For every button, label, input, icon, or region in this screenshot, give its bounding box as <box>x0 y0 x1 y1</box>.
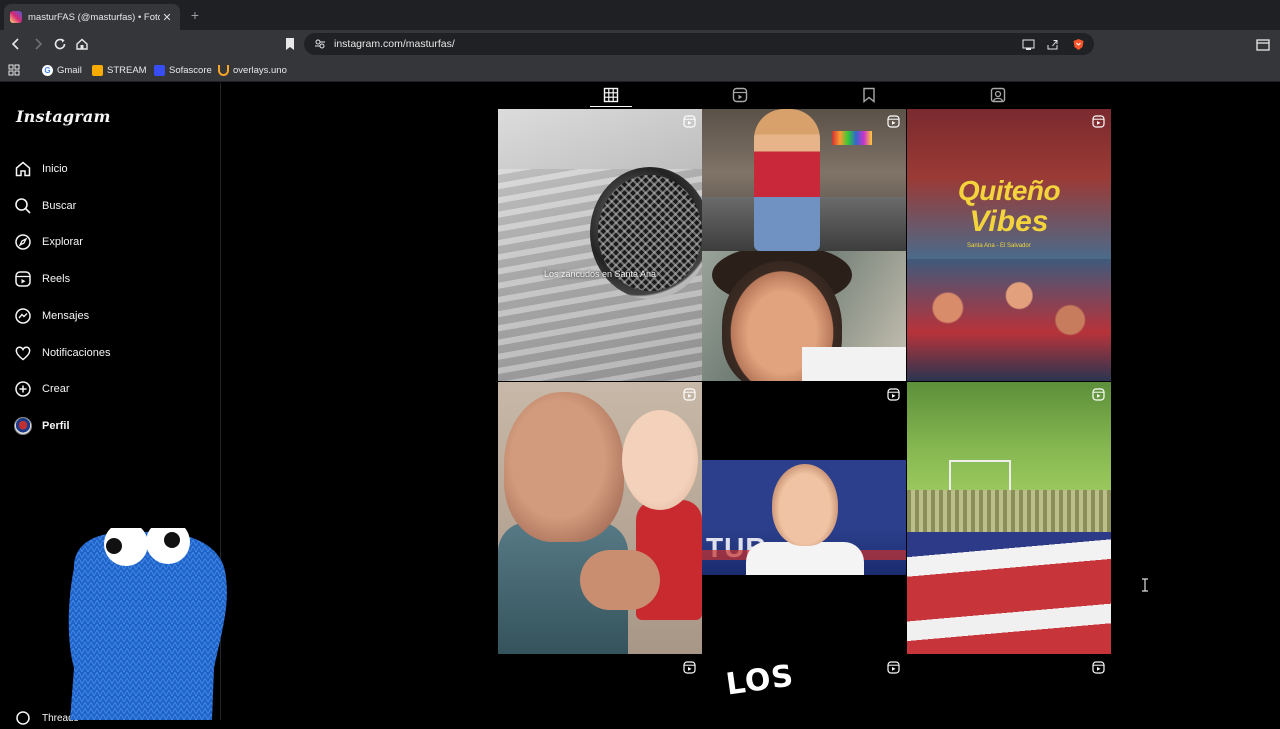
nav-label: Buscar <box>42 200 77 212</box>
brave-shields-icon[interactable] <box>1072 38 1085 51</box>
post-tile[interactable] <box>498 382 702 654</box>
text-cursor-icon <box>1142 578 1148 592</box>
plus-square-icon <box>15 381 31 397</box>
google-icon: G <box>42 64 53 76</box>
crowd-image <box>907 259 1111 381</box>
nav-label: Inicio <box>42 163 68 175</box>
apps-grid-icon[interactable] <box>8 64 20 76</box>
post-title-line2: Vibes <box>969 205 1049 238</box>
reel-badge-icon <box>683 388 696 401</box>
post-tile[interactable] <box>498 655 702 720</box>
active-tab-indicator <box>590 106 632 107</box>
tab-title: masturFAS (@masturfas) • Fotos <box>28 11 160 23</box>
post-tile[interactable]: Quiteño Vibes Santa Ana - El Salvador <box>907 109 1111 381</box>
post-tile[interactable] <box>907 382 1111 654</box>
nav-label: Perfil <box>42 420 70 432</box>
url-text: instagram.com/masturfas/ <box>334 38 455 50</box>
reel-badge-icon <box>1092 388 1105 401</box>
reel-badge-icon <box>887 661 900 674</box>
close-tab-icon[interactable]: ✕ <box>160 11 174 24</box>
bookmark-sofascore[interactable]: Sofascore <box>154 63 212 77</box>
reload-icon[interactable] <box>52 36 68 52</box>
post-tile[interactable]: Los zancudos en Santa Ana <box>498 109 702 381</box>
cast-icon[interactable] <box>1022 38 1035 51</box>
folder-icon <box>92 64 103 76</box>
nav-notificaciones[interactable]: Notificaciones <box>14 342 110 364</box>
sidebar-toggle-icon[interactable] <box>1255 37 1271 53</box>
tagged-icon[interactable] <box>989 86 1007 104</box>
browser-toolbar: instagram.com/masturfas/ <box>0 30 1280 58</box>
site-info-icon[interactable] <box>314 38 326 50</box>
bookmark-label: overlays.uno <box>233 64 287 76</box>
post-subtitle: Santa Ana - El Salvador <box>967 243 1031 249</box>
post-tile[interactable] <box>702 109 906 251</box>
reel-badge-icon <box>683 115 696 128</box>
home-browser-icon[interactable] <box>74 36 90 52</box>
nav-inicio[interactable]: Inicio <box>14 158 68 180</box>
posts-grid: Los zancudos en Santa Ana Quiteño Vibes … <box>498 109 1112 720</box>
compass-icon <box>15 234 31 250</box>
post-tile[interactable] <box>907 655 1111 720</box>
reel-badge-icon <box>887 115 900 128</box>
nav-explorar[interactable]: Explorar <box>14 231 83 253</box>
reel-badge-icon <box>1092 661 1105 674</box>
bookmark-gmail[interactable]: G Gmail <box>42 63 82 77</box>
saved-icon[interactable] <box>860 86 878 104</box>
bookmark-overlays[interactable]: overlays.uno <box>218 63 287 77</box>
bookmark-label: Gmail <box>57 64 82 76</box>
man-image <box>504 392 624 542</box>
post-caption: Los zancudos en Santa Ana <box>543 269 657 279</box>
messenger-icon <box>15 308 31 324</box>
face-image <box>772 464 838 546</box>
reel-badge-icon <box>683 661 696 674</box>
reel-badge-icon <box>1092 115 1105 128</box>
baby-image <box>622 410 698 510</box>
nav-mensajes[interactable]: Mensajes <box>14 305 89 327</box>
post-title-line1: Quiteño <box>957 175 1061 206</box>
browser-tabstrip: masturFAS (@masturfas) • Fotos ✕ + <box>0 0 1280 30</box>
bookmark-label: STREAM <box>107 64 147 76</box>
forward-icon[interactable] <box>30 36 46 52</box>
flag-image <box>907 532 1111 654</box>
sofascore-icon <box>154 64 165 76</box>
back-icon[interactable] <box>8 36 24 52</box>
overlays-icon <box>218 64 229 76</box>
new-tab-icon[interactable]: + <box>186 6 204 24</box>
reels-tab-icon[interactable] <box>731 86 749 104</box>
nav-label: Notificaciones <box>42 347 111 359</box>
share-icon[interactable] <box>1046 38 1059 51</box>
nav-label: Explorar <box>42 236 83 248</box>
posts-grid-icon[interactable] <box>602 86 620 104</box>
search-icon <box>15 198 31 214</box>
avatar <box>14 417 32 435</box>
nav-label: Crear <box>42 383 70 395</box>
instagram-logo[interactable]: Instagram <box>16 107 111 126</box>
nav-crear[interactable]: Crear <box>14 378 70 400</box>
person-image <box>754 109 820 251</box>
nav-buscar[interactable]: Buscar <box>14 195 76 217</box>
bookmark-label: Sofascore <box>169 64 212 76</box>
reel-badge-icon <box>887 388 900 401</box>
instagram-favicon-icon <box>10 11 22 23</box>
bookmark-page-icon[interactable] <box>282 36 298 52</box>
reels-icon <box>15 271 31 287</box>
nav-label: Reels <box>42 273 71 285</box>
browser-tab[interactable]: masturFAS (@masturfas) • Fotos ✕ <box>4 4 180 30</box>
threads-icon <box>16 711 30 725</box>
overlay-text: LOS <box>723 658 797 703</box>
nav-reels[interactable]: Reels <box>14 268 70 290</box>
heart-icon <box>15 346 31 361</box>
bookmark-stream[interactable]: STREAM <box>92 63 147 77</box>
bookmarks-bar: G Gmail STREAM Sofascore overlays.uno <box>0 58 1280 82</box>
nav-label: Mensajes <box>42 310 90 322</box>
cookie-monster-overlay <box>68 528 227 720</box>
address-bar[interactable]: instagram.com/masturfas/ <box>304 33 1094 55</box>
home-icon <box>15 161 31 177</box>
nav-perfil[interactable]: Perfil <box>14 415 70 437</box>
post-tile[interactable]: TUR <box>702 382 906 654</box>
post-tile[interactable]: LOS <box>702 655 906 720</box>
post-tile[interactable] <box>702 251 906 381</box>
